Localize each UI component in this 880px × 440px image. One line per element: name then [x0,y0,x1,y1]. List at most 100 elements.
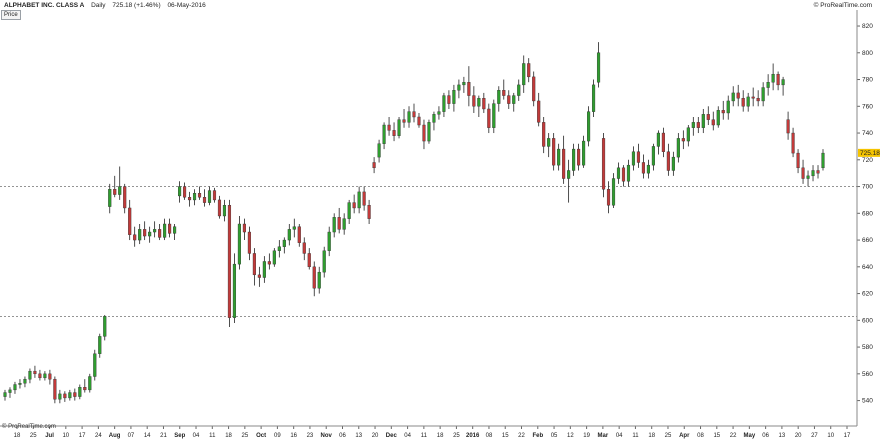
candle-up [432,114,436,123]
candle-down [227,205,232,318]
candle-down [412,111,416,118]
time-tick-label: 11 [209,433,216,439]
candle-up [397,119,401,136]
candle-down [706,114,710,120]
reference-lines [0,186,857,317]
candle-up [98,336,102,354]
candle-up [492,103,496,128]
candle-down [367,205,371,219]
candle-up [437,111,441,115]
candle-up [173,226,177,234]
time-tick-label: 25 [453,433,460,439]
time-tick-label: 18 [648,433,655,439]
candle-down [482,98,486,110]
candle-down [168,223,172,234]
candle-down [542,122,546,147]
candle-down [417,116,421,126]
candle-up [512,95,516,104]
candle-up [517,84,521,96]
candle-down [776,73,780,86]
candle-down [372,162,376,169]
time-tick-label: 18 [225,433,232,439]
candle-up [43,373,47,379]
candle-up [93,353,97,377]
time-tick-label: 27 [811,433,818,439]
time-tick-label: 15 [713,433,720,439]
candle-up [327,231,331,251]
candle-down [362,191,366,206]
time-tick-label: 08 [486,433,493,439]
candle-up [332,217,336,233]
time-tick-label: 08 [697,433,704,439]
candles [3,42,825,404]
candle-up [13,384,17,391]
candle-up [292,226,296,230]
candle-down [552,138,556,166]
candle-up [232,263,237,318]
candle-up [811,170,815,177]
time-tick-label: 06 [339,433,346,439]
price-tick-label: 560 [862,371,873,378]
candle-up [68,392,72,399]
candle-up [163,223,167,238]
candle-down [387,124,391,131]
candle-up [656,132,660,147]
candle-up [626,164,631,182]
candle-up [23,378,27,384]
candle-down [267,261,271,265]
candle-down [297,226,301,243]
candle-up [572,148,576,171]
price-tick-label: 760 [862,103,873,110]
candle-down [252,253,256,276]
candle-down [53,378,57,400]
candle-down [33,370,37,375]
time-tick-label: 13 [355,433,362,439]
candle-down [661,132,665,152]
price-tick-label: 600 [862,317,873,324]
candle-down [212,190,217,201]
candle-down [502,90,506,96]
candle-up [282,239,286,247]
candle-down [796,152,800,169]
candle-down [143,229,147,237]
time-tick-label: Jul [45,433,54,439]
time-tick-label: 25 [665,433,672,439]
candle-up [716,110,720,126]
time-tick-label: 04 [616,433,623,439]
time-tick-label: Mar [598,433,609,439]
candle-up [442,95,446,112]
price-chart[interactable]: 540 560 580 600 620 640 660 680 700 720 740 760 780 8… [0,0,880,440]
time-tick-label: 18 [14,433,21,439]
candle-up [322,250,326,273]
candle-down [641,162,646,174]
price-tick-label: 780 [862,77,873,84]
candle-up [382,124,386,144]
candle-up [192,193,197,201]
time-axis: 18 25 Jul 10 17 24 Aug 07 14 21 Sep 04 11 18 25 Oct 09 16… [14,426,851,439]
candle-up [771,73,775,83]
candle-up [88,376,92,391]
candle-down [791,132,795,154]
candle-up [357,191,361,209]
candle-down [472,95,476,107]
time-tick-label: 10 [827,433,834,439]
candle-down [337,217,341,230]
candle-up [118,186,122,195]
candle-down [666,151,670,171]
candle-up [806,175,810,179]
candle-down [681,138,685,142]
candle-down [48,373,52,380]
price-tick-label: 620 [862,291,873,298]
price-axis: 540 560 580 600 620 640 660 680 700 720 740 760 780 8… [857,23,873,405]
candle-up [547,138,551,147]
candle-down [182,186,187,198]
time-tick-label: 11 [632,433,639,439]
candle-up [651,146,655,166]
candle-down [247,231,251,254]
price-tick-label: 660 [862,237,873,244]
copyright-label: © ProRealTime.com [2,424,56,430]
candle-up [587,111,591,142]
candle-up [8,389,12,393]
time-tick-label: Dec [386,433,398,439]
candle-up [58,393,62,400]
